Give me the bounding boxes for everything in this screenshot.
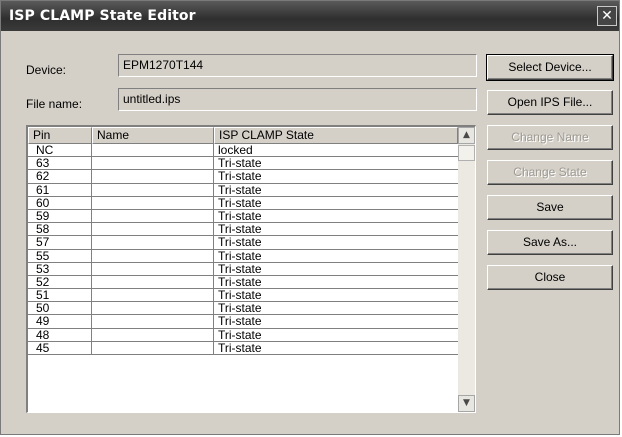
name-cell — [92, 183, 214, 196]
file-name-label: File name: — [26, 97, 83, 111]
open-ips-file-button[interactable]: Open IPS File... — [487, 90, 613, 115]
name-cell — [92, 170, 214, 183]
pin-cell: NC — [28, 144, 92, 157]
pin-cell: 55 — [28, 249, 92, 262]
column-header-pin[interactable]: Pin — [28, 127, 92, 144]
name-cell — [92, 196, 214, 209]
pin-cell: 58 — [28, 223, 92, 236]
isp-clamp-state-cell: Tri-state — [218, 328, 262, 341]
table-row[interactable]: 49 Tri-state — [28, 315, 458, 329]
file-name-field: untitled.ips — [118, 88, 477, 111]
pin-cell: 51 — [28, 289, 92, 302]
vertical-scrollbar[interactable]: ▲ ▼ — [458, 127, 475, 412]
isp-clamp-state-cell: Tri-state — [218, 302, 262, 315]
column-header-isp-clamp-state[interactable]: ISP CLAMP State — [214, 127, 458, 144]
isp-clamp-state-cell: Tri-state — [218, 196, 262, 209]
scroll-up-button[interactable]: ▲ — [458, 127, 475, 144]
table-row[interactable]: 58 Tri-state — [28, 223, 458, 237]
isp-clamp-state-cell: Tri-state — [218, 157, 262, 170]
isp-clamp-state-cell: Tri-state — [218, 275, 262, 289]
close-window-button[interactable]: ✕ — [597, 6, 617, 26]
pin-state-list[interactable]: Pin Name ISP CLAMP State NC locked 63 Tri-s… — [26, 125, 476, 413]
table-row[interactable]: 53 Tri-state — [28, 262, 458, 276]
pin-cell: 59 — [28, 209, 92, 223]
pin-cell: 49 — [28, 315, 92, 328]
select-device-button[interactable]: Select Device... — [486, 54, 614, 81]
name-cell — [92, 289, 214, 302]
pin-cell: 52 — [28, 275, 92, 289]
name-cell — [92, 236, 214, 249]
isp-clamp-state-cell: Tri-state — [218, 183, 262, 196]
isp-clamp-state-cell: Tri-state — [218, 289, 262, 302]
table-row[interactable]: 60 Tri-state — [28, 196, 458, 210]
name-cell — [92, 249, 214, 262]
table-row[interactable]: NC locked — [28, 144, 458, 158]
name-cell — [92, 209, 214, 223]
name-cell — [92, 144, 214, 157]
isp-clamp-state-cell: Tri-state — [218, 315, 262, 328]
isp-clamp-state-cell: locked — [218, 144, 253, 157]
isp-clamp-state-cell: Tri-state — [218, 170, 262, 183]
table-row[interactable]: 48 Tri-state — [28, 328, 458, 342]
device-field: EPM1270T144 — [118, 54, 477, 77]
isp-clamp-state-cell: Tri-state — [218, 341, 262, 354]
pin-cell: 60 — [28, 196, 92, 209]
pin-cell: 50 — [28, 302, 92, 315]
table-row[interactable]: 59 Tri-state — [28, 209, 458, 224]
close-button[interactable]: Close — [487, 265, 613, 290]
isp-clamp-state-cell: Tri-state — [218, 262, 262, 275]
name-cell — [92, 328, 214, 341]
isp-clamp-state-cell: Tri-state — [218, 236, 262, 249]
table-row[interactable]: 55 Tri-state — [28, 249, 458, 263]
table-row[interactable]: 45 Tri-state — [28, 341, 458, 355]
pin-cell: 45 — [28, 341, 92, 354]
change-state-button: Change State — [487, 160, 613, 185]
isp-clamp-state-cell: Tri-state — [218, 249, 262, 262]
pin-cell: 63 — [28, 157, 92, 170]
isp-clamp-state-cell: Tri-state — [218, 209, 262, 223]
pin-cell: 48 — [28, 328, 92, 341]
close-icon: ✕ — [601, 8, 613, 24]
pin-cell: 61 — [28, 183, 92, 196]
name-cell — [92, 275, 214, 289]
table-row[interactable]: 51 Tri-state — [28, 289, 458, 303]
name-cell — [92, 157, 214, 170]
save-as-button[interactable]: Save As... — [487, 230, 613, 255]
window-title: ISP CLAMP State Editor — [9, 8, 196, 24]
name-cell — [92, 315, 214, 328]
isp-clamp-dialog: ISP CLAMP State Editor ✕ Device: EPM1270… — [0, 0, 620, 435]
change-name-button: Change Name — [487, 125, 613, 150]
scroll-down-button[interactable]: ▼ — [458, 395, 475, 412]
name-cell — [92, 302, 214, 315]
name-cell — [92, 223, 214, 236]
chevron-down-icon: ▼ — [463, 398, 470, 408]
table-row[interactable]: 61 Tri-state — [28, 183, 458, 197]
pin-cell: 57 — [28, 236, 92, 249]
table-rows: NC locked 63 Tri-state 62 Tri-state 61 Tri-stat… — [28, 144, 458, 355]
name-cell — [92, 341, 214, 354]
device-label: Device: — [26, 63, 67, 77]
title-bar[interactable]: ISP CLAMP State Editor ✕ — [1, 1, 619, 31]
save-button[interactable]: Save — [487, 195, 613, 220]
table-row[interactable]: 52 Tri-state — [28, 275, 458, 290]
table-row[interactable]: 50 Tri-state — [28, 302, 458, 316]
pin-cell: 53 — [28, 262, 92, 275]
table-row[interactable]: 57 Tri-state — [28, 236, 458, 250]
pin-cell: 62 — [28, 170, 92, 183]
chevron-up-icon: ▲ — [463, 130, 470, 140]
table-row[interactable]: 62 Tri-state — [28, 170, 458, 184]
table-row[interactable]: 63 Tri-state — [28, 157, 458, 171]
column-header-name[interactable]: Name — [92, 127, 214, 144]
scroll-thumb[interactable] — [458, 145, 475, 161]
isp-clamp-state-cell: Tri-state — [218, 223, 262, 236]
name-cell — [92, 262, 214, 275]
